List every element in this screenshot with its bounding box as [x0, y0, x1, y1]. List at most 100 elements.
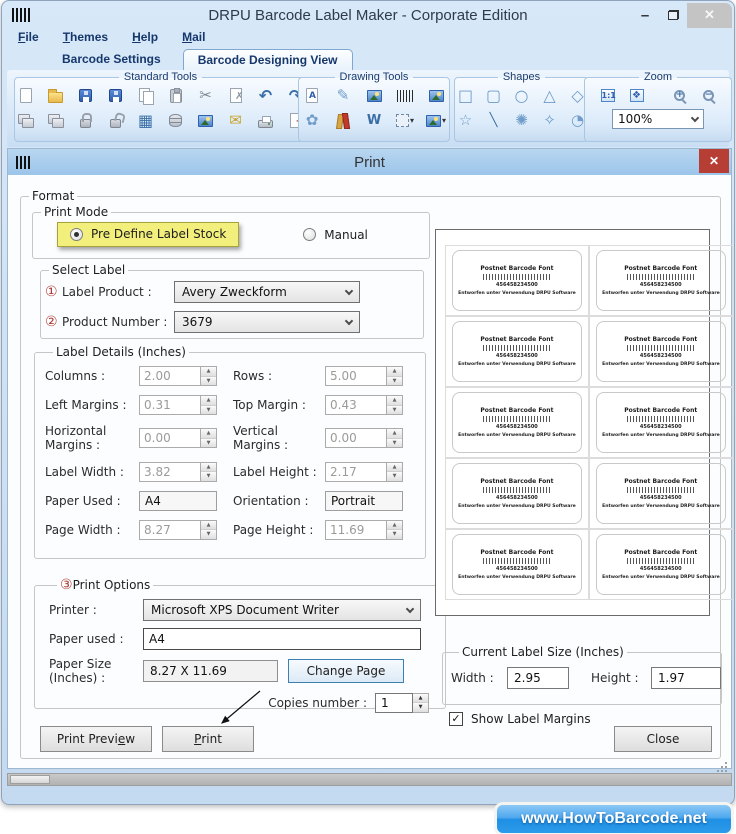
zoom-out-icon[interactable]: − [698, 85, 719, 106]
text-tool-icon[interactable] [302, 85, 323, 106]
restore-button[interactable] [659, 10, 687, 20]
triangle-shape-icon[interactable]: △ [539, 85, 560, 106]
image-dropdown-icon[interactable]: ▾ [426, 110, 447, 131]
height-input[interactable]: 1.97 [651, 667, 721, 689]
paste-icon[interactable] [165, 85, 186, 106]
print-preview-button[interactable]: Print Preview [40, 726, 152, 752]
menu-file[interactable]: File [18, 30, 39, 48]
unlock-icon[interactable] [105, 110, 126, 131]
zoom-one-to-one-icon[interactable]: 1:1 [597, 85, 618, 106]
label-height-value: 2.17 [325, 462, 387, 482]
frame-dropdown-icon[interactable]: ▾ [395, 110, 416, 131]
top-margin-label: Top Margin : [233, 398, 325, 412]
duplicate-icon[interactable] [15, 110, 36, 131]
paper-used-input[interactable]: A4 [143, 628, 421, 650]
zoom-group: Zoom 1:1 ❖ + − 100% [584, 71, 732, 142]
watermark-icon[interactable]: W [364, 110, 385, 131]
print-mode-group: Print Mode Pre Define Label Stock Manual [32, 205, 430, 259]
paper-used-option-label: Paper used : [49, 632, 143, 646]
copy-icon[interactable] [135, 85, 156, 106]
postnet-barcode [627, 558, 695, 564]
label-cell: Postnet Barcode Font456458234500Entworfe… [445, 316, 589, 387]
radio-selected-icon [70, 228, 83, 241]
label-height-field: 2.17▲▼ [325, 462, 403, 482]
print-icon[interactable] [255, 110, 276, 131]
star-shape-icon[interactable]: ☆ [455, 110, 476, 131]
zoom-in-icon[interactable]: + [669, 85, 690, 106]
print-button[interactable]: Print [162, 726, 254, 752]
tab-barcode-settings[interactable]: Barcode Settings [48, 49, 175, 70]
starburst-shape-icon[interactable]: ✺ [511, 110, 532, 131]
label-preview: Postnet Barcode Font456458234500Entworfe… [596, 534, 726, 595]
four-point-star-shape-icon[interactable]: ✧ [539, 110, 560, 131]
curve-shape-icon[interactable]: ✿ [302, 110, 323, 131]
delete-icon[interactable] [225, 85, 246, 106]
label-width-value: 3.82 [139, 462, 201, 482]
tab-bar: Barcode Settings Barcode Designing View [2, 48, 734, 70]
save-as-icon[interactable] [105, 85, 126, 106]
image-export-icon[interactable] [195, 110, 216, 131]
menu-themes[interactable]: Themes [63, 30, 108, 48]
tab-barcode-designing-view[interactable]: Barcode Designing View [183, 49, 353, 71]
printer-select[interactable]: Microsoft XPS Document Writer [143, 599, 421, 621]
image-tool-icon[interactable] [364, 85, 385, 106]
scrollbar-thumb[interactable] [10, 775, 50, 784]
shapes-title: Shapes [498, 71, 545, 83]
horizontal-scrollbar[interactable] [7, 773, 732, 786]
label-width-field: 3.82▲▼ [139, 462, 217, 482]
top-margin-field: 0.43▲▼ [325, 395, 403, 415]
picture-add-icon[interactable] [426, 85, 447, 106]
grid-icon[interactable]: ▦ [135, 110, 156, 131]
barcode-tool-icon[interactable] [395, 85, 416, 106]
printer-label: Printer : [49, 603, 143, 617]
close-button[interactable]: Close [614, 726, 712, 752]
layers-icon[interactable] [45, 110, 66, 131]
cut-icon[interactable]: ✂ [195, 85, 216, 106]
dialog-close-button[interactable]: ✕ [699, 149, 729, 173]
shapes-group: Shapes □ ▢ ○ △ ◇ ☆ ╲ ✺ ✧ ◔ [454, 71, 589, 142]
postnet-barcode [627, 274, 695, 280]
books-icon[interactable] [333, 110, 354, 131]
product-number-select[interactable]: 3679 [174, 311, 360, 333]
menu-help[interactable]: Help [132, 30, 158, 48]
label-preview: Postnet Barcode Font456458234500Entworfe… [596, 392, 726, 453]
print-options-title: ③ Print Options [57, 577, 153, 593]
open-folder-icon[interactable] [45, 85, 66, 106]
predefine-label-stock-option[interactable]: Pre Define Label Stock [57, 222, 239, 247]
undo-icon[interactable]: ↶ [255, 85, 276, 106]
rounded-rect-shape-icon[interactable]: ▢ [483, 85, 504, 106]
copies-number-input[interactable]: 1 [375, 693, 413, 713]
rectangle-shape-icon[interactable]: □ [455, 85, 476, 106]
line-shape-icon[interactable]: ╲ [483, 110, 504, 131]
label-product-select[interactable]: Avery Zweckform [174, 281, 360, 303]
database-icon[interactable] [165, 110, 186, 131]
manual-option[interactable]: Manual [303, 228, 368, 242]
label-width-label: Label Width : [45, 465, 139, 479]
label-cell: Postnet Barcode Font456458234500Entworfe… [589, 387, 733, 458]
howtobarcode-badge[interactable]: www.HowToBarcode.net [497, 805, 731, 833]
left-margins-label: Left Margins : [45, 398, 139, 412]
menu-mail[interactable]: Mail [182, 30, 205, 48]
change-page-button[interactable]: Change Page [288, 659, 404, 683]
email-icon[interactable]: ✉ [225, 110, 246, 131]
new-document-icon[interactable] [15, 85, 36, 106]
printer-value: Microsoft XPS Document Writer [151, 603, 339, 617]
label-preview: Postnet Barcode Font456458234500Entworfe… [596, 321, 726, 382]
zoom-level-select[interactable]: 100% [612, 109, 704, 129]
page-width-field: 8.27▲▼ [139, 520, 217, 540]
zoom-fit-icon[interactable]: ❖ [626, 85, 647, 106]
resize-grip[interactable] [725, 762, 727, 764]
postnet-barcode [483, 345, 551, 351]
details-row-columns: Columns : 2.00▲▼ Rows : 5.00▲▼ [45, 366, 425, 386]
copies-spinner[interactable]: ▲▼ [413, 693, 429, 713]
save-icon[interactable] [75, 85, 96, 106]
close-window-button[interactable]: ✕ [687, 3, 732, 28]
minimize-button[interactable]: – [631, 7, 659, 24]
pencil-icon[interactable]: ✎ [333, 85, 354, 106]
page-height-label: Page Height : [233, 523, 325, 537]
postnet-barcode [483, 416, 551, 422]
width-input[interactable]: 2.95 [507, 667, 569, 689]
lock-icon[interactable] [75, 110, 96, 131]
show-label-margins-option[interactable]: ✓ Show Label Margins [449, 712, 591, 726]
ellipse-shape-icon[interactable]: ○ [511, 85, 532, 106]
